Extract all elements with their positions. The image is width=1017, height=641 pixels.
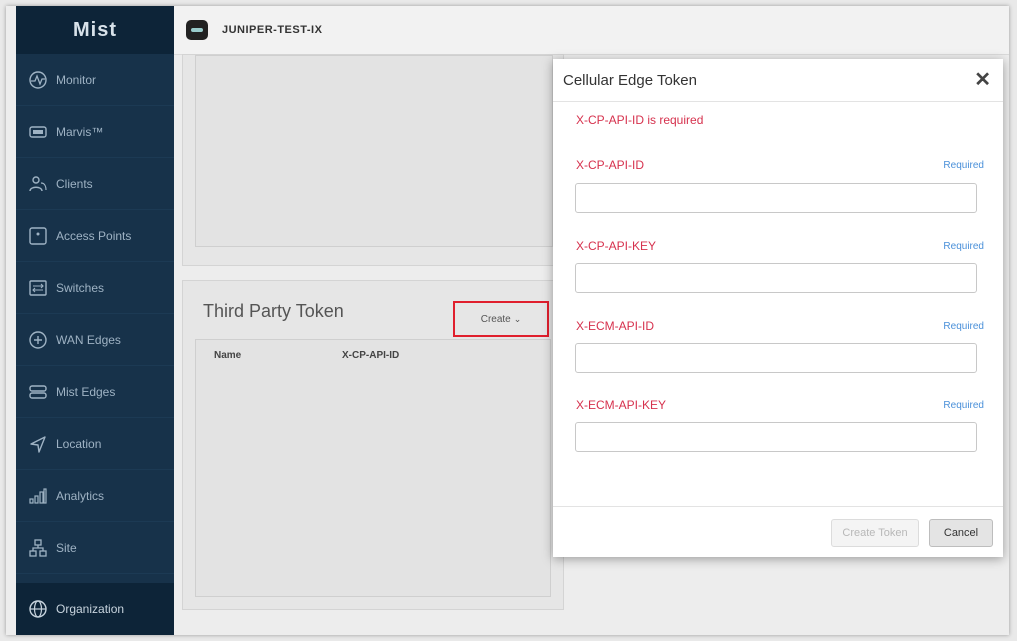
create-token-button[interactable]: Create Token xyxy=(831,519,919,547)
third-party-token-panel: Third Party Token Create ⌄ Name X-CP-API… xyxy=(182,280,564,610)
column-header-x-cp-api-id: X-CP-API-ID xyxy=(342,350,400,361)
switches-icon xyxy=(29,279,47,296)
organization-icon xyxy=(29,600,47,618)
sidebar-item-wan-edges[interactable]: WAN Edges xyxy=(16,314,174,366)
cellular-edge-token-modal: Cellular Edge Token ✕ X-CP-API-ID is req… xyxy=(553,59,1003,557)
sidebar-item-label: Mist Edges xyxy=(56,384,116,399)
x-ecm-api-key-input[interactable] xyxy=(575,422,977,452)
sidebar-item-mist-edges[interactable]: Mist Edges xyxy=(16,366,174,418)
required-indicator: Required xyxy=(943,321,984,332)
wan-edges-icon xyxy=(29,330,47,349)
site-icon xyxy=(29,538,47,557)
required-indicator: Required xyxy=(943,400,984,411)
field-label-x-cp-api-key: X-CP-API-KEY xyxy=(576,239,657,253)
required-indicator: Required xyxy=(943,241,984,252)
field-label-x-ecm-api-key: X-ECM-API-KEY xyxy=(576,398,667,412)
modal-header: Cellular Edge Token ✕ xyxy=(553,59,1003,102)
sidebar: Mist Monitor Marvis™ Clients Access Poin… xyxy=(16,6,174,635)
x-cp-api-key-input[interactable] xyxy=(575,263,977,293)
cancel-button[interactable]: Cancel xyxy=(929,519,993,547)
clients-icon xyxy=(29,175,47,191)
sidebar-item-access-points[interactable]: Access Points xyxy=(16,210,174,262)
upper-panel-body xyxy=(195,55,553,247)
chevron-down-icon: ⌄ xyxy=(513,313,522,324)
analytics-icon xyxy=(29,487,47,504)
token-table: Name X-CP-API-ID xyxy=(195,339,551,597)
monitor-icon xyxy=(29,70,47,89)
sidebar-item-label: Clients xyxy=(56,176,93,191)
marvis-icon xyxy=(29,125,47,138)
mist-edges-icon xyxy=(29,384,47,399)
location-icon xyxy=(30,435,46,453)
column-header-name: Name xyxy=(214,350,242,361)
third-party-token-title: Third Party Token xyxy=(203,301,344,321)
sidebar-item-label: Switches xyxy=(56,280,105,295)
sidebar-item-location[interactable]: Location xyxy=(16,418,174,470)
sidebar-item-analytics[interactable]: Analytics xyxy=(16,470,174,522)
sidebar-item-label: WAN Edges xyxy=(56,332,121,347)
org-name[interactable]: JUNIPER-TEST-IX xyxy=(222,24,322,36)
sidebar-item-marvis[interactable]: Marvis™ xyxy=(16,106,174,158)
sidebar-item-label: Site xyxy=(56,540,77,555)
field-label-x-ecm-api-id: X-ECM-API-ID xyxy=(576,319,654,333)
create-label: Create xyxy=(480,313,511,325)
create-dropdown-button[interactable]: Create ⌄ xyxy=(453,301,549,337)
error-message: X-CP-API-ID is required xyxy=(576,113,704,127)
sidebar-item-label: Analytics xyxy=(56,488,105,503)
access-points-icon xyxy=(29,226,47,245)
sidebar-item-clients[interactable]: Clients xyxy=(16,158,174,210)
modal-footer: Create Token Cancel xyxy=(553,506,1003,557)
close-icon[interactable]: ✕ xyxy=(974,70,991,90)
sidebar-item-organization[interactable]: Organization xyxy=(16,583,174,635)
app-window: Mist Monitor Marvis™ Clients Access Poin… xyxy=(6,6,1009,635)
mist-logo[interactable]: Mist xyxy=(16,6,174,54)
org-icon xyxy=(186,20,208,40)
x-ecm-api-id-input[interactable] xyxy=(575,343,977,373)
sidebar-item-label: Marvis™ xyxy=(56,124,104,139)
required-indicator: Required xyxy=(943,160,984,171)
sidebar-item-monitor[interactable]: Monitor xyxy=(16,54,174,106)
sidebar-item-label: Access Points xyxy=(56,228,132,243)
sidebar-item-label: Monitor xyxy=(56,72,97,87)
upper-panel xyxy=(182,54,564,266)
field-label-x-cp-api-id: X-CP-API-ID xyxy=(576,158,645,172)
sidebar-item-label: Location xyxy=(56,436,102,451)
modal-title: Cellular Edge Token xyxy=(563,71,697,89)
top-bar: JUNIPER-TEST-IX xyxy=(174,6,1009,55)
x-cp-api-id-input[interactable] xyxy=(575,183,977,213)
sidebar-item-site[interactable]: Site xyxy=(16,522,174,574)
sidebar-item-label: Organization xyxy=(56,602,125,616)
sidebar-item-switches[interactable]: Switches xyxy=(16,262,174,314)
